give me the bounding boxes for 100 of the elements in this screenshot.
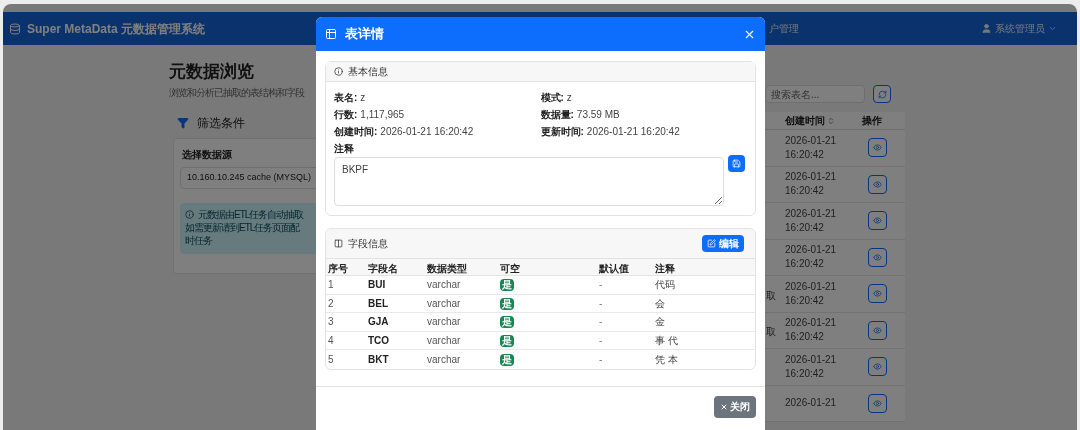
default-value: - <box>599 279 603 291</box>
view-button[interactable] <box>868 174 887 194</box>
eye-icon <box>873 143 882 153</box>
comment-field[interactable]: BKPF <box>334 157 724 206</box>
comment-label: 注释 <box>334 142 354 156</box>
data-type: varchar <box>427 316 461 328</box>
nullable-badge: 是 <box>500 316 514 329</box>
refresh-button[interactable] <box>873 85 891 103</box>
column-header[interactable]: 创建时间 <box>785 113 825 128</box>
row-index: 2 <box>328 297 334 309</box>
save-icon <box>732 159 741 168</box>
data-type: varchar <box>427 354 461 366</box>
default-value: - <box>599 354 603 366</box>
column-header: 数据类型 <box>427 263 467 274</box>
field-value: 2026-01-21 16:20:42 <box>586 124 680 139</box>
info-icon <box>185 209 194 219</box>
nullable-badge: 是 <box>500 297 514 310</box>
field-comment: 金 <box>655 316 665 328</box>
save-button[interactable] <box>728 155 745 172</box>
nullable-badge: 是 <box>500 354 514 367</box>
created-time: 2026-01-21 16:20:42 <box>785 352 838 381</box>
column-header: 注释 <box>655 263 675 274</box>
field-name: BEL <box>368 297 388 309</box>
columns-icon <box>334 239 343 248</box>
created-time: 2026-01-21 16:20:42 <box>785 316 838 345</box>
table-cell: 取 <box>766 326 776 338</box>
field-value: z <box>360 90 366 105</box>
view-button[interactable] <box>868 320 887 340</box>
field-value: z <box>566 90 572 105</box>
brand-title[interactable]: Super MetaData 元数据管理系统 <box>27 19 206 38</box>
table-icon <box>325 28 337 40</box>
view-button[interactable] <box>868 393 887 413</box>
field-name: TCO <box>368 335 390 347</box>
row-index: 4 <box>328 335 334 347</box>
close-icon <box>720 402 728 411</box>
field-comment: 会 <box>655 297 665 309</box>
view-button[interactable] <box>868 357 887 377</box>
info-icon <box>334 67 343 76</box>
column-header: 序号 <box>328 263 348 274</box>
default-value: - <box>599 316 603 328</box>
close-button[interactable]: 关闭 <box>714 395 756 418</box>
field-name: BKT <box>368 354 389 366</box>
field-label: 模式: <box>540 90 564 105</box>
sort-icon <box>827 116 835 125</box>
field-name: GJA <box>368 316 389 328</box>
database-icon <box>9 22 21 35</box>
field-label: 行数: <box>334 107 358 122</box>
alert-text: 如需更新请到ETL任务页面配 <box>185 220 300 234</box>
eye-icon <box>873 179 882 189</box>
field-comment: 代码 <box>655 279 675 291</box>
nav-item[interactable]: 户管理 <box>769 21 799 36</box>
user-menu[interactable]: 系统管理员 <box>995 21 1045 36</box>
view-button[interactable] <box>868 284 887 304</box>
default-value: - <box>599 335 603 347</box>
view-button[interactable] <box>868 247 887 267</box>
data-type: varchar <box>427 335 461 347</box>
eye-icon <box>873 398 882 408</box>
filter-icon <box>177 116 189 129</box>
field-comment: 凭 本 <box>655 354 678 366</box>
card-title: 基本信息 <box>348 65 388 79</box>
eye-icon <box>873 289 882 299</box>
column-header: 字段名 <box>368 263 398 274</box>
card-title: 字段信息 <box>348 237 388 251</box>
table-cell: 取 <box>766 289 776 301</box>
search-field[interactable]: 搜索表名... <box>765 85 865 103</box>
row-index: 1 <box>328 279 334 291</box>
refresh-icon <box>877 89 887 99</box>
field-label: 数据量: <box>540 107 574 122</box>
column-header: 可空 <box>500 263 520 274</box>
page-subtitle: 浏览和分析已抽取的表结构和字段 <box>169 85 304 100</box>
nullable-badge: 是 <box>500 335 514 348</box>
row-index: 5 <box>328 354 334 366</box>
default-value: - <box>599 297 603 309</box>
field-value: 73.59 MB <box>576 107 620 122</box>
eye-icon <box>873 362 882 372</box>
field-value: 1,117,965 <box>360 107 405 122</box>
edit-icon <box>707 239 716 248</box>
alert-text: 时任务 <box>185 233 212 247</box>
field-label: 选择数据源 <box>182 147 232 162</box>
field-label: 更新时间: <box>540 124 584 139</box>
eye-icon <box>873 325 882 335</box>
nullable-badge: 是 <box>500 279 514 292</box>
created-time: 2026-01-21 16:20:42 <box>785 133 838 162</box>
row-index: 3 <box>328 316 334 328</box>
created-time: 2026-01-21 16:20:42 <box>785 206 838 235</box>
user-icon <box>981 23 992 34</box>
created-time: 2026-01-21 16:20:42 <box>785 243 838 272</box>
view-button[interactable] <box>868 138 887 158</box>
created-time: 2026-01-21 16:20:42 <box>785 279 838 308</box>
column-header: 操作 <box>861 114 883 128</box>
edit-button[interactable]: 编辑 <box>702 235 744 252</box>
eye-icon <box>873 216 882 226</box>
view-button[interactable] <box>868 211 887 231</box>
data-type: varchar <box>427 297 461 309</box>
column-header: 默认值 <box>599 263 629 274</box>
field-comment: 事 代 <box>655 335 678 347</box>
data-type: varchar <box>427 279 461 291</box>
page-title: 元数据浏览 <box>169 61 254 83</box>
caret-icon <box>1048 24 1057 33</box>
field-label: 表名: <box>334 90 358 105</box>
